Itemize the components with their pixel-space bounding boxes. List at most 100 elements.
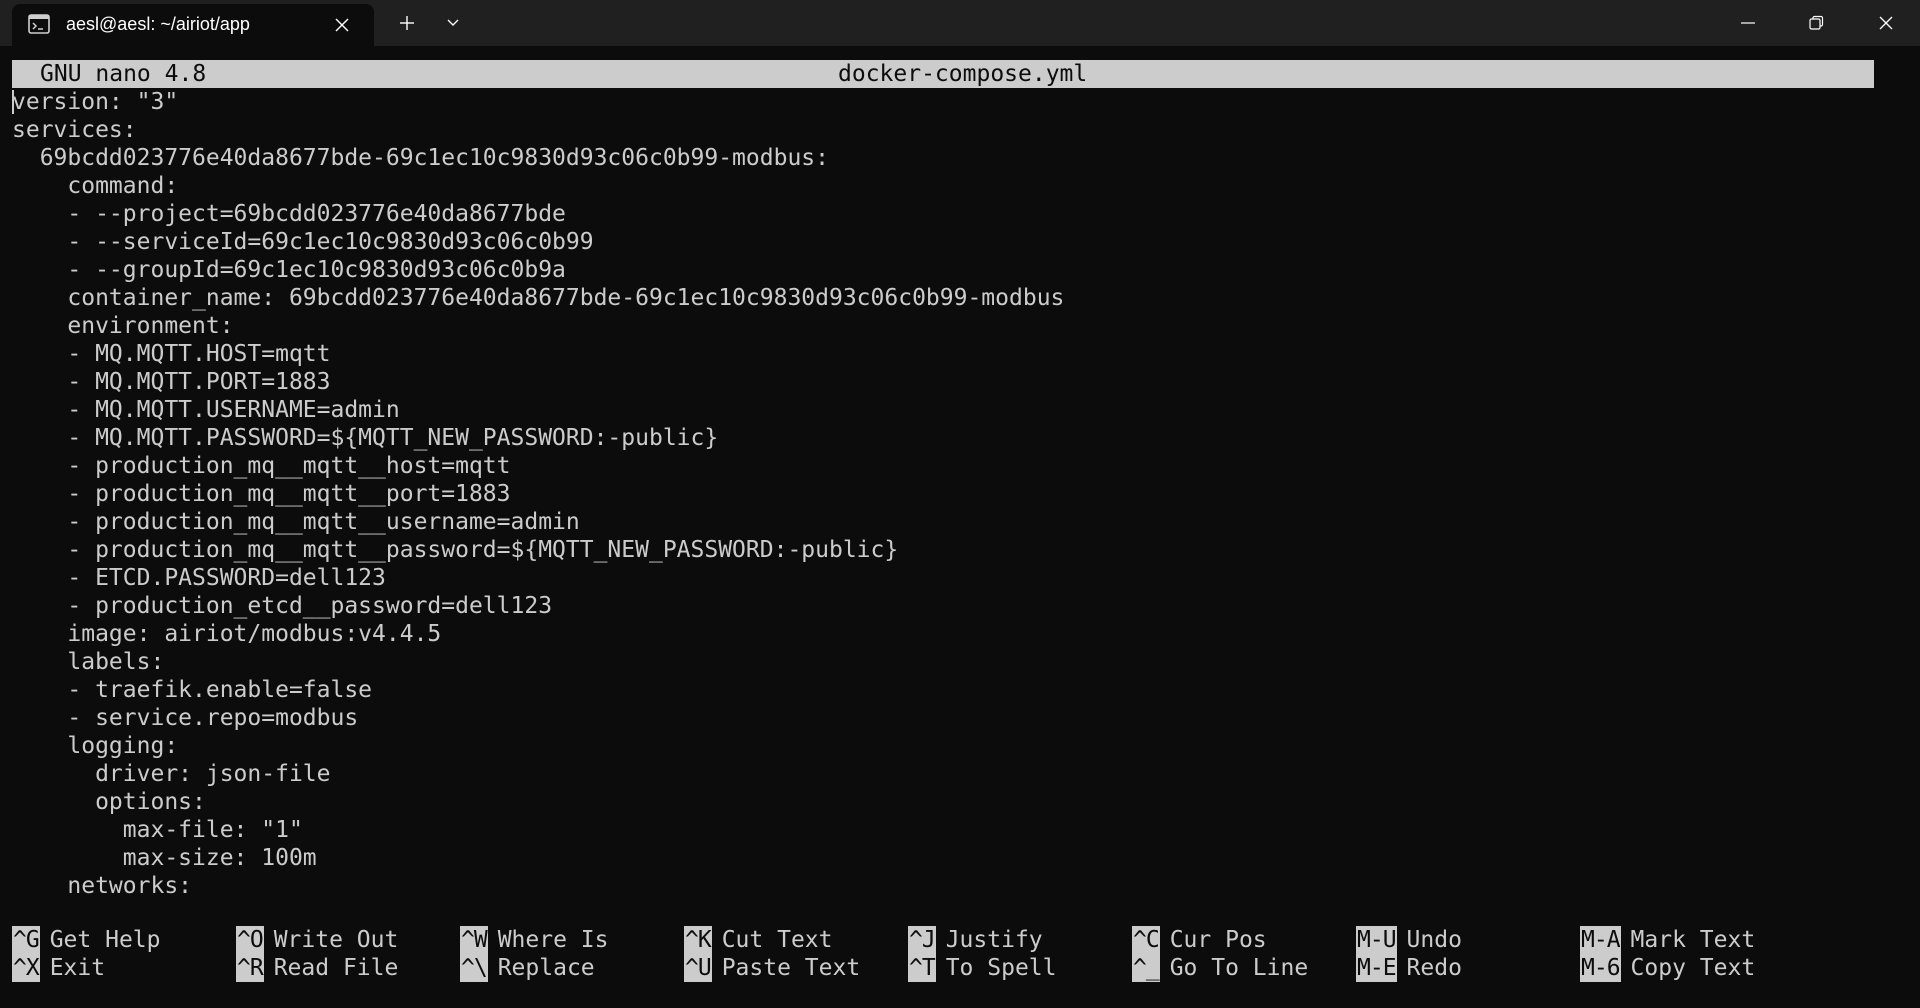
shortcut-paste-text[interactable]: ^U Paste Text bbox=[684, 954, 860, 982]
shortcut-key: ^C bbox=[1132, 926, 1160, 954]
shortcut-redo[interactable]: M-E Redo bbox=[1356, 954, 1462, 982]
nano-header-bar: GNU nano 4.8 docker-compose.yml bbox=[12, 60, 1874, 88]
code-line: command: bbox=[12, 173, 179, 199]
shortcut-label: Get Help bbox=[49, 927, 161, 953]
shortcut-justify[interactable]: ^J Justify bbox=[908, 926, 1043, 954]
shortcut-label: Go To Line bbox=[1169, 955, 1309, 981]
code-line: - service.repo=modbus bbox=[12, 705, 359, 731]
shortcut-key: ^_ bbox=[1132, 954, 1160, 982]
shortcut-undo[interactable]: M-U Undo bbox=[1356, 926, 1462, 954]
minimize-icon bbox=[1741, 22, 1755, 24]
shortcut-key: ^K bbox=[684, 926, 712, 954]
code-line: - production_mq__mqtt__password=${MQTT_N… bbox=[12, 537, 899, 563]
code-line: - production_mq__mqtt__host=mqtt bbox=[12, 453, 511, 479]
code-line: options: bbox=[12, 789, 206, 815]
shortcut-read-file[interactable]: ^R Read File bbox=[236, 954, 398, 982]
shortcut-key: ^T bbox=[908, 954, 936, 982]
chevron-down-icon bbox=[447, 19, 459, 26]
code-line: - traefik.enable=false bbox=[12, 677, 373, 703]
code-line: - MQ.MQTT.PASSWORD=${MQTT_NEW_PASSWORD:-… bbox=[12, 425, 719, 451]
shortcut-key: ^O bbox=[236, 926, 264, 954]
shortcut-cut-text[interactable]: ^K Cut Text bbox=[684, 926, 832, 954]
close-window-button[interactable] bbox=[1852, 0, 1920, 46]
code-line: services: bbox=[12, 117, 137, 143]
code-line: - MQ.MQTT.USERNAME=admin bbox=[12, 397, 400, 423]
code-line: logging: bbox=[12, 733, 179, 759]
code-line: - --project=69bcdd023776e40da8677bde bbox=[12, 201, 566, 227]
shortcut-key: ^G bbox=[12, 926, 40, 954]
maximize-button[interactable] bbox=[1782, 0, 1850, 46]
code-line: - --groupId=69c1ec10c9830d93c06c0b9a bbox=[12, 257, 566, 283]
shortcut-key: M-6 bbox=[1580, 954, 1621, 982]
shortcut-label: Mark Text bbox=[1630, 927, 1756, 953]
shortcut-label: Read File bbox=[273, 955, 399, 981]
nano-filename: docker-compose.yml bbox=[838, 61, 1088, 87]
code-line: 69bcdd023776e40da8677bde-69c1ec10c9830d9… bbox=[12, 145, 829, 171]
code-line: container_name: 69bcdd023776e40da8677bde… bbox=[12, 285, 1065, 311]
shortcut-label: To Spell bbox=[945, 955, 1057, 981]
code-line: - --serviceId=69c1ec10c9830d93c06c0b99 bbox=[12, 229, 594, 255]
shortcut-key: ^W bbox=[460, 926, 488, 954]
code-line: - production_mq__mqtt__port=1883 bbox=[12, 481, 511, 507]
shortcut-key: ^R bbox=[236, 954, 264, 982]
code-line: - MQ.MQTT.PORT=1883 bbox=[12, 369, 331, 395]
new-tab-button[interactable] bbox=[393, 10, 421, 36]
editor-buffer[interactable]: version: "3" services: 69bcdd023776e40da… bbox=[12, 88, 1892, 900]
shortcut-where-is[interactable]: ^W Where Is bbox=[460, 926, 608, 954]
code-line: networks: bbox=[12, 873, 193, 899]
close-icon[interactable] bbox=[330, 13, 354, 37]
code-line: - production_mq__mqtt__username=admin bbox=[12, 509, 580, 535]
tab-terminal[interactable]: aesl@aesl: ~/airiot/app bbox=[12, 4, 374, 46]
code-line: - MQ.MQTT.HOST=mqtt bbox=[12, 341, 331, 367]
shortcut-label: Cut Text bbox=[721, 927, 833, 953]
shortcut-label: Replace bbox=[497, 955, 595, 981]
shortcut-label: Write Out bbox=[273, 927, 399, 953]
shortcut-cur-pos[interactable]: ^C Cur Pos bbox=[1132, 926, 1267, 954]
shortcut-label: Undo bbox=[1406, 927, 1462, 953]
shortcut-write-out[interactable]: ^O Write Out bbox=[236, 926, 398, 954]
shortcut-key: M-E bbox=[1356, 954, 1397, 982]
restore-icon bbox=[1809, 15, 1824, 30]
close-icon bbox=[1879, 16, 1893, 30]
shortcut-key: ^J bbox=[908, 926, 936, 954]
shortcut-label: Cur Pos bbox=[1169, 927, 1267, 953]
code-line: max-size: 100m bbox=[12, 845, 317, 871]
nano-version: GNU nano 4.8 bbox=[40, 61, 207, 87]
shortcut-label: Justify bbox=[945, 927, 1043, 953]
shortcut-label: Redo bbox=[1406, 955, 1462, 981]
shortcut-key: ^\ bbox=[460, 954, 488, 982]
code-line: image: airiot/modbus:v4.4.5 bbox=[12, 621, 442, 647]
plus-icon bbox=[400, 16, 414, 30]
shortcut-label: Paste Text bbox=[721, 955, 861, 981]
shortcut-key: M-A bbox=[1580, 926, 1621, 954]
tab-dropdown-button[interactable] bbox=[439, 10, 467, 36]
shortcut-go-to-line[interactable]: ^_ Go To Line bbox=[1132, 954, 1308, 982]
title-bar: aesl@aesl: ~/airiot/app bbox=[0, 0, 1920, 46]
code-line: labels: bbox=[12, 649, 165, 675]
shortcut-key: M-U bbox=[1356, 926, 1397, 954]
shortcut-bar: ^G Get Help ^O Write Out ^W Where Is ^K Cut … bbox=[12, 926, 1892, 982]
terminal-icon bbox=[28, 14, 50, 34]
code-line: - ETCD.PASSWORD=dell123 bbox=[12, 565, 386, 591]
terminal-area[interactable]: GNU nano 4.8 docker-compose.yml version:… bbox=[0, 46, 1920, 1008]
shortcut-key: ^U bbox=[684, 954, 712, 982]
shortcut-label: Where Is bbox=[497, 927, 609, 953]
code-line: driver: json-file bbox=[12, 761, 331, 787]
shortcut-exit[interactable]: ^X Exit bbox=[12, 954, 105, 982]
shortcut-copy-text[interactable]: M-6 Copy Text bbox=[1580, 954, 1755, 982]
shortcut-to-spell[interactable]: ^T To Spell bbox=[908, 954, 1056, 982]
terminal-window: aesl@aesl: ~/airiot/app GNU nano 4.8 doc… bbox=[0, 0, 1920, 1008]
shortcut-mark-text[interactable]: M-A Mark Text bbox=[1580, 926, 1755, 954]
shortcut-label: Exit bbox=[49, 955, 106, 981]
code-line: - production_etcd__password=dell123 bbox=[12, 593, 553, 619]
minimize-button[interactable] bbox=[1714, 0, 1782, 46]
code-line: environment: bbox=[12, 313, 234, 339]
tab-title: aesl@aesl: ~/airiot/app bbox=[66, 14, 250, 34]
shortcut-replace[interactable]: ^\ Replace bbox=[460, 954, 595, 982]
text-cursor bbox=[12, 90, 14, 114]
code-line: max-file: "1" bbox=[12, 817, 303, 843]
shortcut-get-help[interactable]: ^G Get Help bbox=[12, 926, 160, 954]
shortcut-key: ^X bbox=[12, 954, 40, 982]
shortcut-label: Copy Text bbox=[1630, 955, 1756, 981]
code-line: version: "3" bbox=[12, 89, 179, 115]
